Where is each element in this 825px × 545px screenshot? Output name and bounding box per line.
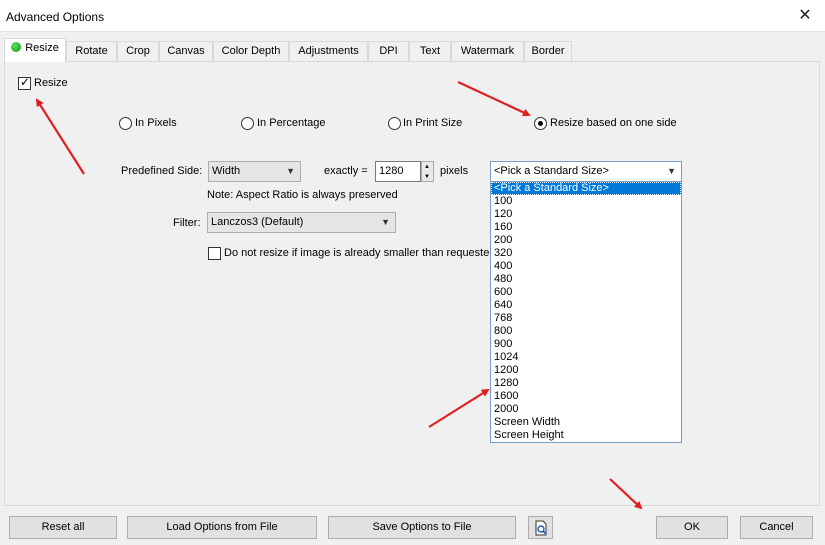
radio-in-print-size[interactable] [388, 117, 401, 130]
tab-watermark[interactable]: Watermark [451, 41, 524, 61]
list-item[interactable]: 160 [491, 221, 681, 234]
tab-rotate[interactable]: Rotate [66, 41, 117, 61]
predefined-side-label: Predefined Side: [121, 165, 203, 177]
tab-resize[interactable]: Resize [4, 38, 66, 62]
tab-adjustments[interactable]: Adjustments [289, 41, 368, 61]
save-options-button[interactable]: Save Options to File [328, 516, 516, 539]
resize-checkbox[interactable]: ✓ [18, 75, 31, 90]
pixels-input[interactable]: 1280 [375, 161, 421, 182]
reset-all-button[interactable]: Reset all [9, 516, 117, 539]
list-item[interactable]: Screen Height [491, 429, 681, 442]
tab-dpi[interactable]: DPI [368, 41, 409, 61]
standard-size-select[interactable]: <Pick a Standard Size> ▼ [490, 161, 682, 182]
green-dot-icon [11, 42, 22, 52]
list-item[interactable]: 2000 [491, 403, 681, 416]
tab-canvas[interactable]: Canvas [159, 41, 213, 61]
tab-border[interactable]: Border [524, 41, 572, 61]
radio-in-print-size-label: In Print Size [403, 117, 463, 129]
standard-size-list[interactable]: <Pick a Standard Size> 100 120 160 200 3… [490, 181, 682, 443]
no-upscale-checkbox[interactable] [208, 247, 221, 260]
list-item[interactable]: 200 [491, 234, 681, 247]
list-item[interactable]: Screen Width [491, 416, 681, 429]
list-item[interactable]: 120 [491, 208, 681, 221]
chevron-down-icon: ▼ [286, 166, 295, 176]
ok-button[interactable]: OK [656, 516, 728, 539]
check-icon: ✓ [20, 75, 31, 89]
tab-crop[interactable]: Crop [117, 41, 159, 61]
resize-checkbox-label: Resize [34, 77, 68, 89]
list-item[interactable]: 640 [491, 299, 681, 312]
no-upscale-label: Do not resize if image is already smalle… [224, 247, 496, 259]
preview-button[interactable] [528, 516, 553, 539]
pixels-spinner[interactable]: ▲ ▼ [421, 161, 434, 182]
list-item[interactable]: 1200 [491, 364, 681, 377]
list-item[interactable]: 800 [491, 325, 681, 338]
title-bar: Advanced Options ✕ [0, 0, 825, 32]
list-item[interactable]: 1024 [491, 351, 681, 364]
radio-one-side[interactable] [534, 117, 547, 130]
pixels-unit-label: pixels [440, 165, 469, 177]
tab-color-depth[interactable]: Color Depth [213, 41, 289, 61]
chevron-down-icon: ▼ [381, 217, 390, 227]
list-item[interactable]: 100 [491, 195, 681, 208]
exactly-label: exactly = [324, 165, 368, 177]
list-item[interactable]: 900 [491, 338, 681, 351]
filter-label: Filter: [173, 217, 201, 229]
spin-up-icon[interactable]: ▲ [424, 163, 430, 171]
load-options-button[interactable]: Load Options from File [127, 516, 317, 539]
predefined-side-select[interactable]: Width ▼ [208, 161, 301, 182]
cancel-button[interactable]: Cancel [740, 516, 813, 539]
document-magnifier-icon [535, 520, 546, 536]
radio-in-percentage[interactable] [241, 117, 254, 130]
radio-in-pixels-label: In Pixels [135, 117, 177, 129]
chevron-down-icon: ▼ [667, 166, 676, 176]
window-title: Advanced Options [6, 10, 105, 24]
aspect-ratio-note: Note: Aspect Ratio is always preserved [207, 189, 398, 201]
filter-select[interactable]: Lanczos3 (Default) ▼ [207, 212, 396, 233]
radio-in-percentage-label: In Percentage [257, 117, 326, 129]
list-item[interactable]: 480 [491, 273, 681, 286]
list-item[interactable]: 768 [491, 312, 681, 325]
radio-in-pixels[interactable] [119, 117, 132, 130]
close-icon[interactable]: ✕ [785, 0, 825, 32]
spin-down-icon[interactable]: ▼ [424, 173, 430, 181]
radio-one-side-label: Resize based on one side [550, 117, 677, 129]
list-item[interactable]: 1600 [491, 390, 681, 403]
list-item[interactable]: <Pick a Standard Size> [491, 182, 681, 195]
list-item[interactable]: 400 [491, 260, 681, 273]
tab-text[interactable]: Text [409, 41, 451, 61]
list-item[interactable]: 600 [491, 286, 681, 299]
list-item[interactable]: 1280 [491, 377, 681, 390]
list-item[interactable]: 320 [491, 247, 681, 260]
